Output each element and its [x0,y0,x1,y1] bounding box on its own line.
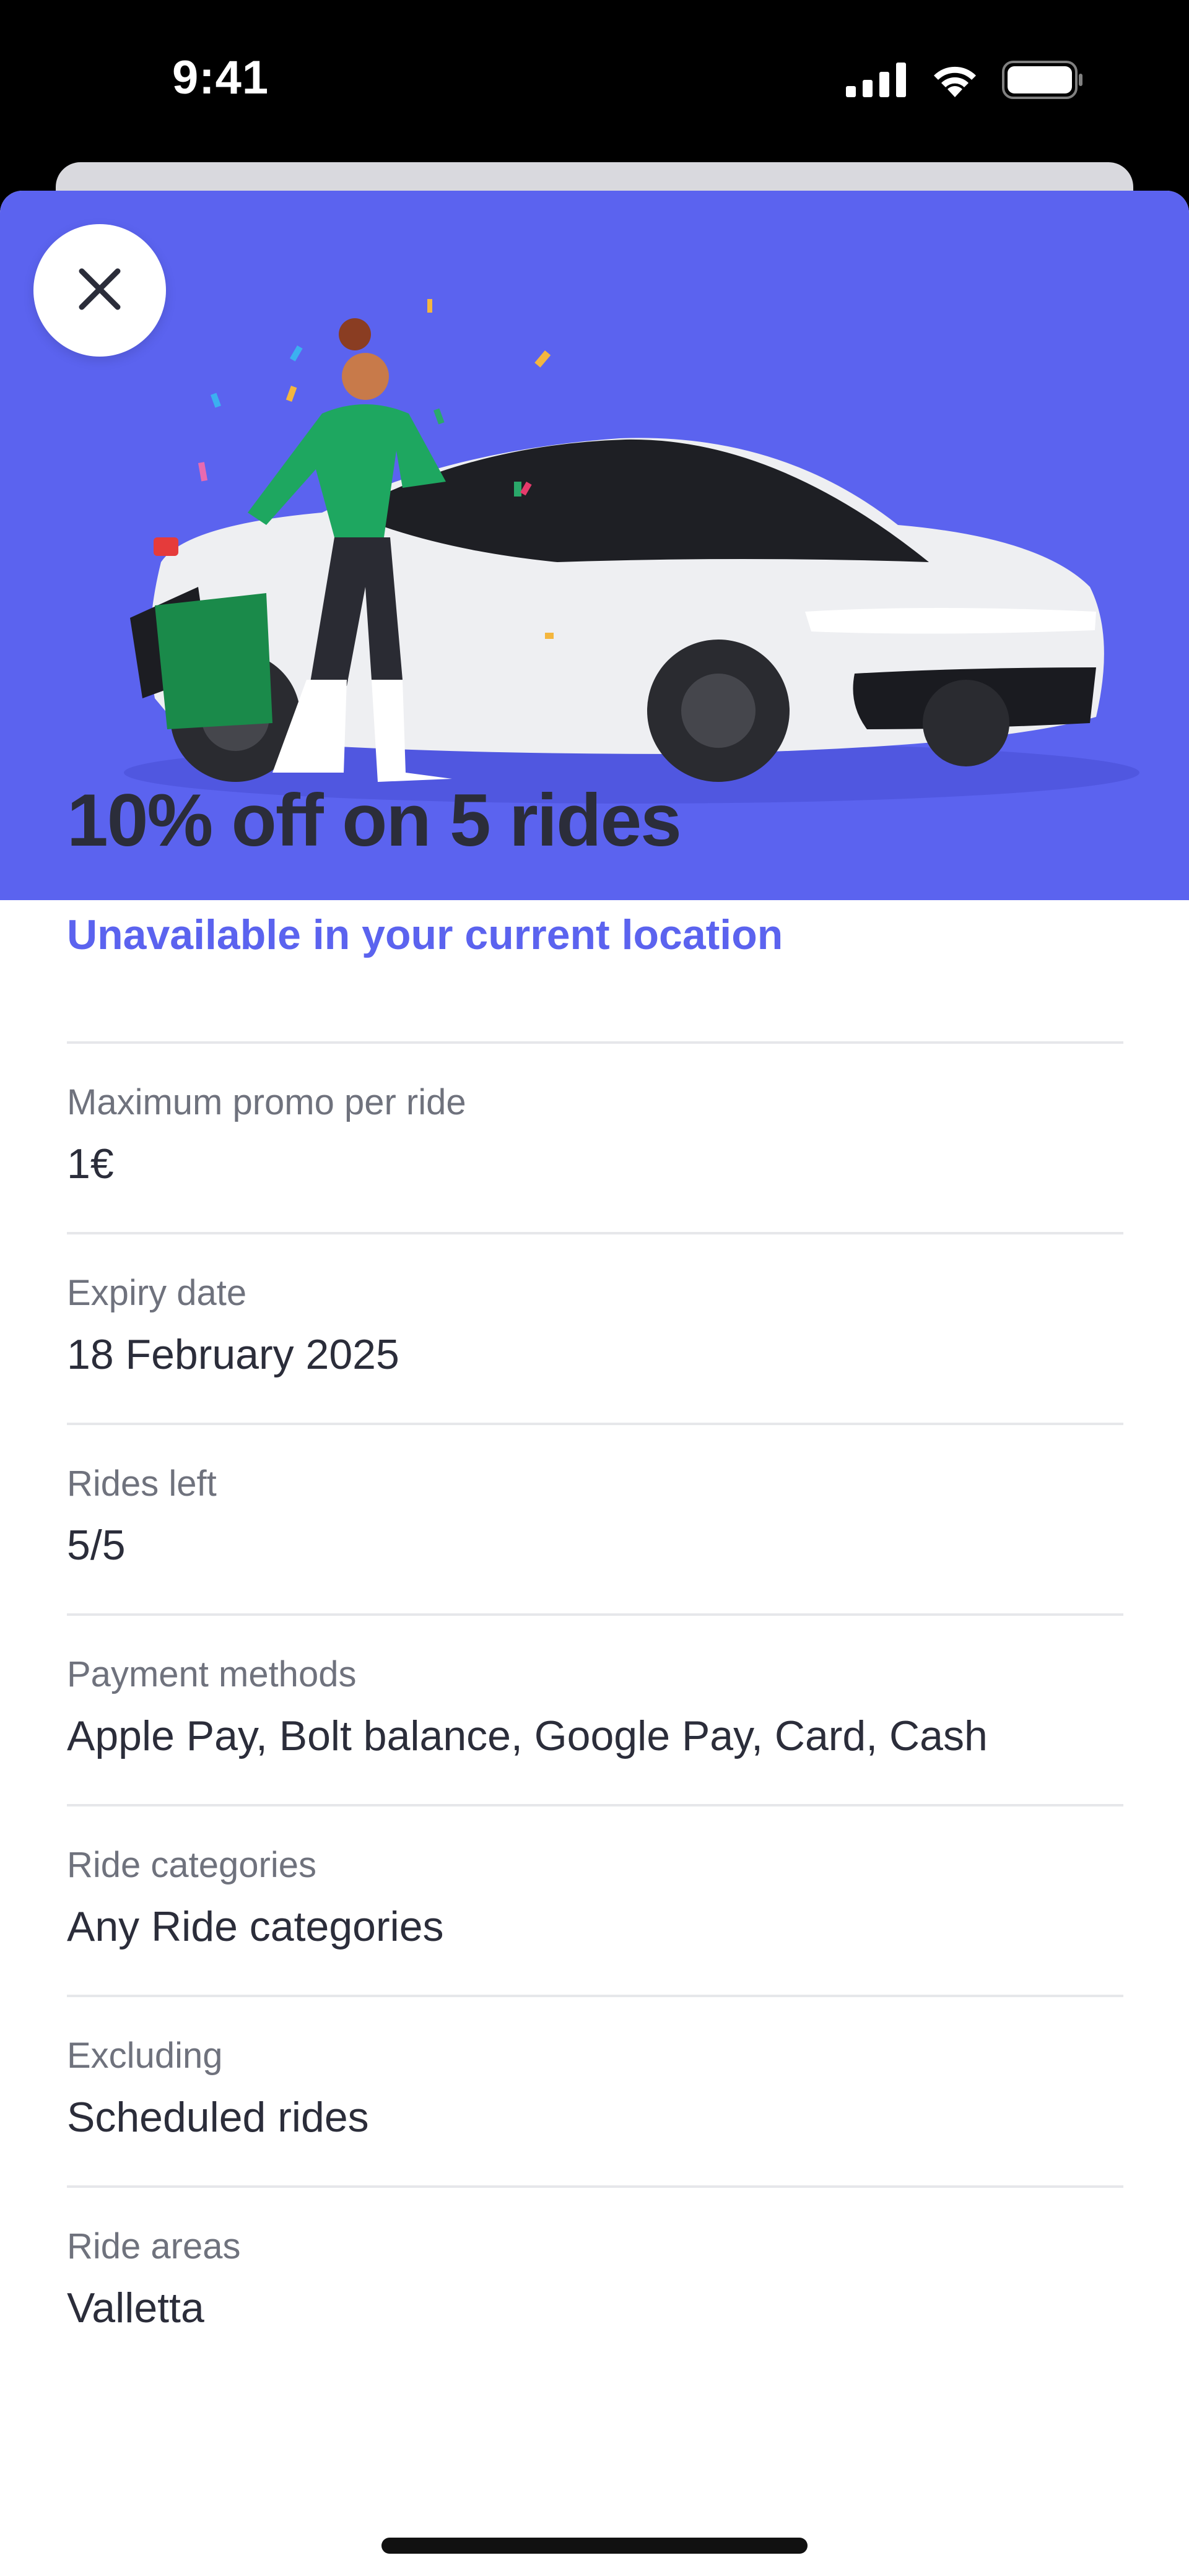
detail-label: Maximum promo per ride [67,1082,466,1122]
detail-row-ride-areas: Ride areas Valletta [67,2185,1123,2376]
cellular-signal-icon [846,62,908,100]
close-icon [77,266,123,315]
status-bar: 9:41 [0,0,1189,161]
detail-value: Valletta [67,2284,204,2331]
detail-label: Expiry date [67,1273,247,1313]
detail-value: Any Ride categories [67,1903,444,1950]
detail-row-excluding: Excluding Scheduled rides [67,1995,1123,2185]
promo-title: 10% off on 5 rides [67,779,682,862]
detail-label: Ride categories [67,1845,316,1885]
detail-row-max-promo: Maximum promo per ride 1€ [67,1041,1123,1232]
detail-row-expiry-date: Expiry date 18 February 2025 [67,1232,1123,1423]
availability-notice: Unavailable in your current location [67,911,783,958]
home-indicator[interactable] [381,2538,808,2554]
status-icons [846,59,1084,103]
detail-label: Ride areas [67,2226,241,2266]
detail-label: Payment methods [67,1654,357,1694]
detail-row-rides-left: Rides left 5/5 [67,1423,1123,1613]
detail-value: 5/5 [67,1522,126,1569]
promo-details-list: Maximum promo per ride 1€ Expiry date 18… [67,1041,1123,2376]
detail-row-ride-categories: Ride categories Any Ride categories [67,1804,1123,1995]
detail-label: Excluding [67,2036,223,2076]
detail-value: Scheduled rides [67,2094,369,2141]
status-time: 9:41 [172,51,269,104]
detail-row-payment-methods: Payment methods Apple Pay, Bolt balance,… [67,1613,1123,1804]
wifi-icon [929,61,981,102]
battery-icon [1002,60,1084,102]
close-button[interactable] [33,224,166,357]
detail-value: Apple Pay, Bolt balance, Google Pay, Car… [67,1712,988,1759]
detail-value: 1€ [67,1140,114,1187]
detail-label: Rides left [67,1464,217,1504]
detail-value: 18 February 2025 [67,1331,399,1378]
